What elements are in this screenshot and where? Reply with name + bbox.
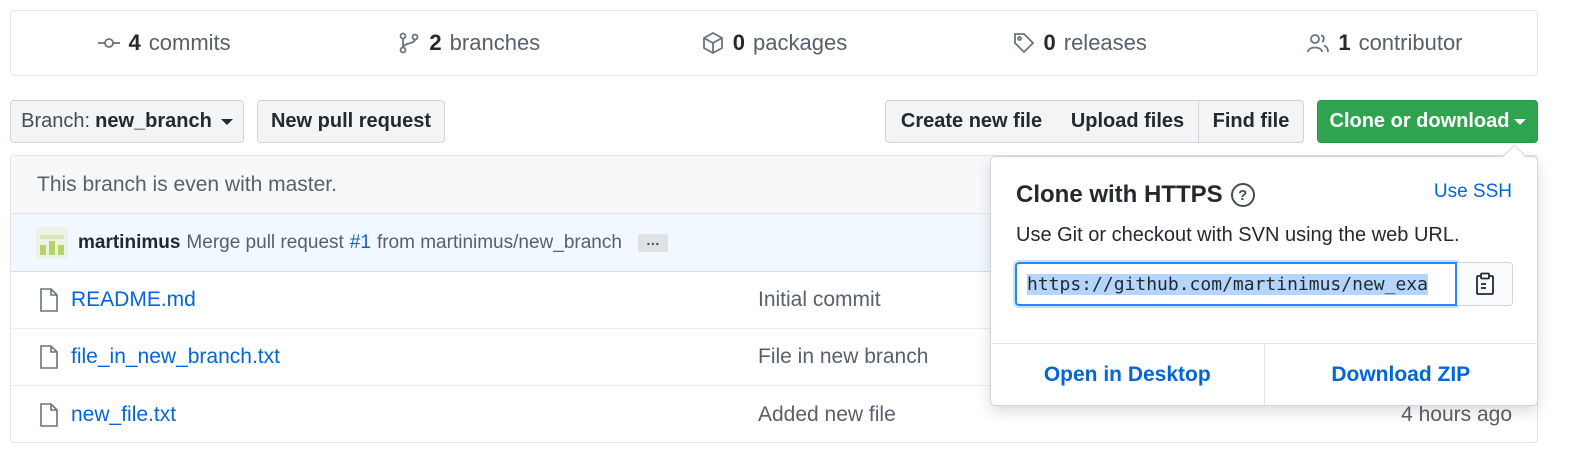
commit-expand-button[interactable]: … [637, 233, 668, 252]
clipboard-icon [1475, 272, 1494, 295]
commits-count: 4 [128, 30, 141, 55]
help-icon[interactable]: ? [1230, 183, 1255, 207]
file-age: 4 hours ago [1401, 402, 1512, 426]
use-ssh-link[interactable]: Use SSH [1434, 181, 1512, 203]
find-file-button[interactable]: Find file [1198, 100, 1304, 143]
clone-popover-title: Clone with HTTPS ? [1016, 181, 1255, 209]
branches-count: 2 [429, 30, 442, 55]
create-new-file-button[interactable]: Create new file [885, 100, 1058, 143]
commits-label: commits [148, 30, 231, 55]
releases-label: releases [1063, 30, 1147, 55]
commit-author[interactable]: martinimus [78, 232, 180, 254]
copy-url-button[interactable] [1457, 262, 1513, 306]
branch-name: new_branch [95, 110, 212, 132]
branches-label: branches [449, 30, 541, 55]
open-in-desktop-button[interactable]: Open in Desktop [991, 344, 1264, 405]
file-commit-message[interactable]: File in new branch [758, 345, 928, 369]
file-name-link[interactable]: file_in_new_branch.txt [71, 345, 280, 369]
clone-or-download-label: Clone or download [1329, 110, 1510, 132]
summary-branches[interactable]: 2 branches [316, 30, 621, 56]
clone-title-text: Clone with HTTPS [1016, 181, 1223, 208]
file-icon [39, 402, 59, 427]
clone-url-input[interactable]: https://github.com/martinimus/new_exa [1015, 262, 1457, 306]
clone-popover-footer: Open in Desktop Download ZIP [991, 343, 1537, 405]
file-commit-message[interactable]: Initial commit [758, 288, 881, 312]
file-icon [39, 288, 59, 312]
tag-icon [1013, 33, 1034, 54]
releases-count: 0 [1043, 30, 1056, 55]
caret-down-icon [220, 118, 233, 125]
packages-count: 0 [732, 30, 746, 55]
clone-or-download-button[interactable]: Clone or download [1317, 100, 1538, 143]
summary-commits[interactable]: 4 commits [11, 30, 316, 56]
packages-label: packages [753, 30, 848, 55]
clone-url-value: https://github.com/martinimus/new_exa [1027, 273, 1428, 295]
branch-icon [400, 32, 419, 54]
commit-message-suffix[interactable]: from martinimus/new_branch [377, 232, 622, 254]
commit-pr-link[interactable]: #1 [350, 232, 371, 254]
file-commit-message[interactable]: Added new file [758, 403, 896, 427]
branch-selector-button[interactable]: Branch: new_branch [10, 100, 244, 143]
summary-contributors[interactable]: 1 contributor [1232, 30, 1537, 56]
summary-releases[interactable]: 0 releases [927, 30, 1232, 56]
new-pull-request-button[interactable]: New pull request [257, 100, 445, 143]
summary-packages[interactable]: 0 packages [621, 30, 926, 56]
package-icon [702, 31, 723, 55]
upload-files-button[interactable]: Upload files [1057, 100, 1199, 143]
contributors-count: 1 [1338, 30, 1351, 55]
contributors-label: contributor [1358, 30, 1463, 55]
commit-icon [97, 38, 120, 48]
caret-down-icon [1513, 118, 1526, 125]
repo-summary-bar: 4 commits 2 branches 0 packages 0 releas… [10, 10, 1538, 76]
file-icon [39, 345, 59, 369]
file-name-link[interactable]: README.md [71, 288, 196, 312]
download-zip-button[interactable]: Download ZIP [1263, 344, 1538, 405]
clone-description: Use Git or checkout with SVN using the w… [1016, 224, 1460, 246]
people-icon [1307, 34, 1330, 53]
avatar[interactable] [36, 226, 68, 259]
commit-message-prefix[interactable]: Merge pull request [186, 232, 343, 254]
file-name-link[interactable]: new_file.txt [71, 403, 176, 427]
clone-popover: Clone with HTTPS ? Use SSH Use Git or ch… [990, 156, 1538, 406]
branch-prefix: Branch: [21, 110, 91, 132]
